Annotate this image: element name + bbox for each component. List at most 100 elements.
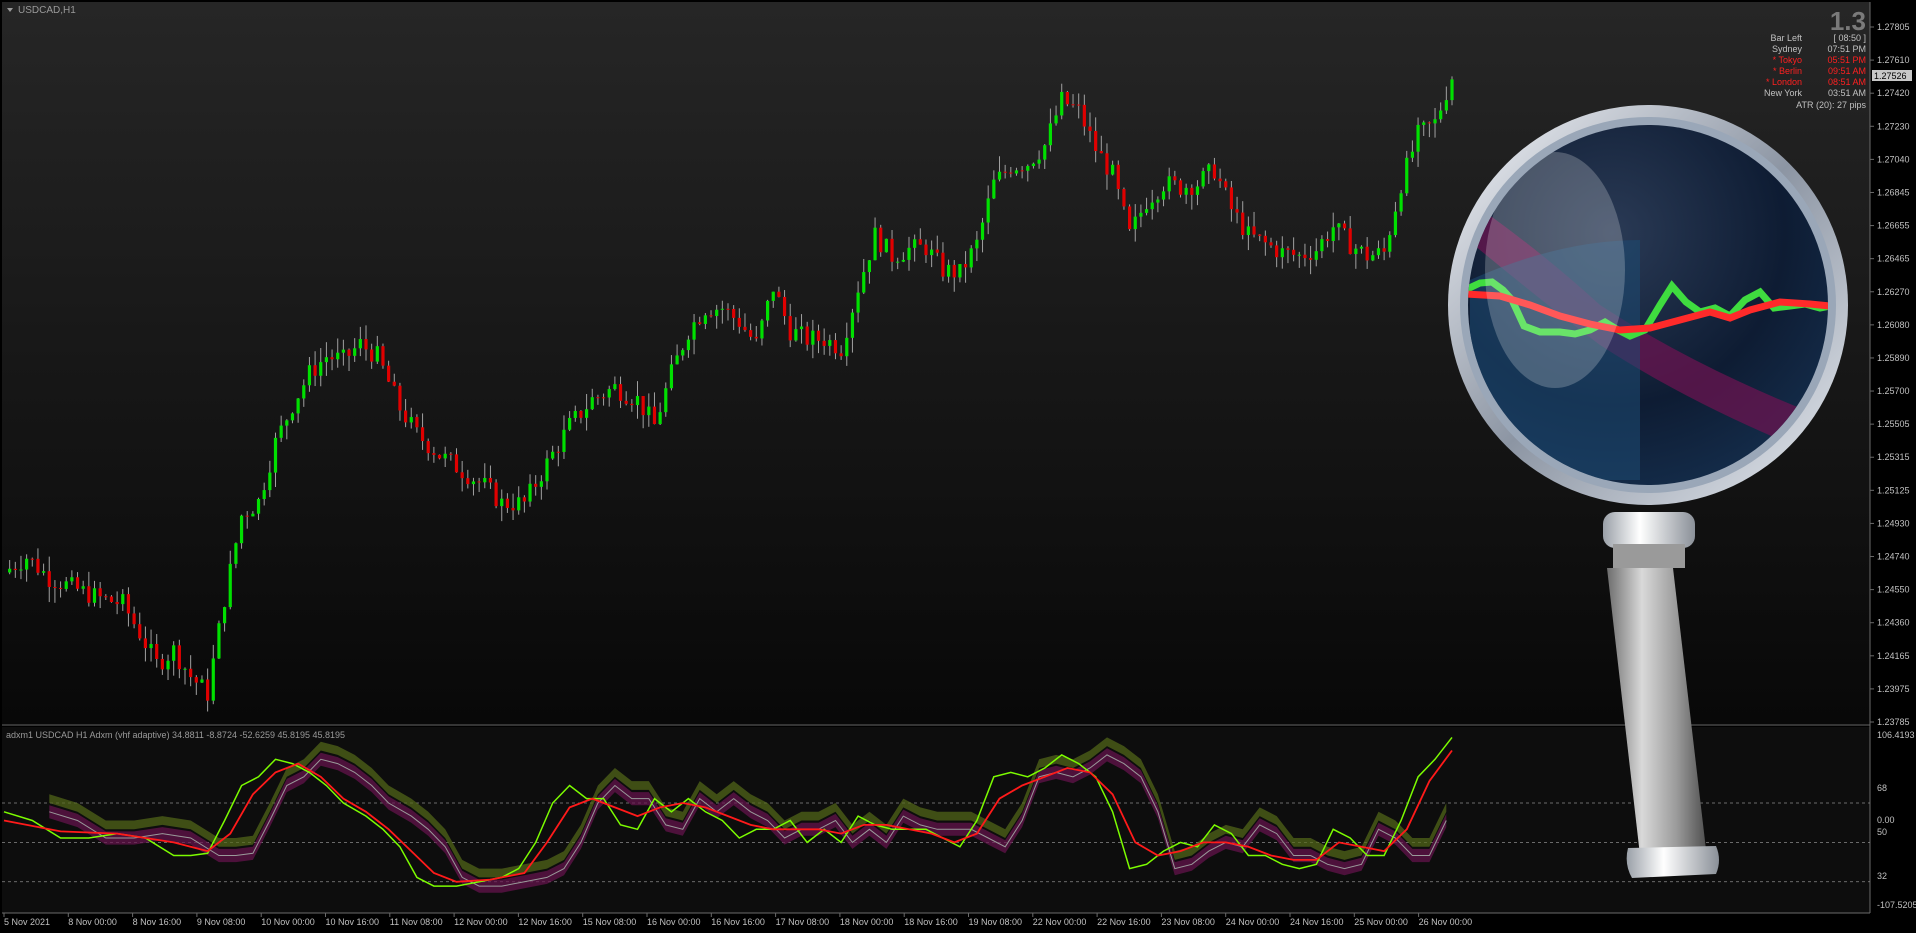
- candle-body: [64, 581, 68, 589]
- indicator-tick-label: 106.4193: [1877, 730, 1915, 740]
- candle-body: [1043, 145, 1047, 160]
- candle-body: [126, 594, 131, 614]
- candle-body: [1116, 164, 1120, 190]
- candle-body: [686, 339, 691, 351]
- candle-body: [958, 264, 962, 278]
- candle-body: [1144, 209, 1149, 213]
- candle-body: [336, 352, 340, 360]
- candle-body: [675, 355, 679, 365]
- time-tick-label: 10 Nov 16:00: [326, 917, 380, 927]
- candle-body: [143, 638, 148, 649]
- price-tick-label: 1.27230: [1877, 121, 1910, 131]
- candle-body: [624, 400, 628, 404]
- time-tick-label: 18 Nov 16:00: [904, 917, 958, 927]
- price-tick-label: 1.26465: [1877, 254, 1910, 264]
- candle-body: [1139, 212, 1143, 217]
- candle-body: [760, 320, 764, 339]
- candle-body: [347, 349, 351, 356]
- candle-body: [1450, 79, 1454, 101]
- indicator-tick-label: -107.5205: [1877, 900, 1916, 910]
- candle-body: [41, 571, 46, 573]
- candle-body: [505, 498, 510, 508]
- candle-body: [47, 571, 51, 587]
- candle-body: [562, 429, 566, 452]
- candle-body: [1009, 172, 1013, 174]
- candle-body: [777, 291, 781, 297]
- candle-body: [217, 623, 221, 659]
- candle: [494, 479, 498, 509]
- session-time: 07:51 PM: [1827, 44, 1866, 54]
- candle-body: [568, 417, 572, 430]
- candle-body: [856, 292, 860, 313]
- candle-body: [590, 397, 594, 410]
- candle-body: [279, 425, 283, 438]
- candle-body: [1167, 176, 1171, 192]
- candle-body: [296, 398, 300, 414]
- time-tick-label: 15 Nov 08:00: [583, 917, 637, 927]
- session-label: Bar Left: [1770, 33, 1802, 43]
- candle-body: [732, 308, 736, 318]
- session-time: [ 08:50 ]: [1833, 33, 1866, 43]
- candle-body: [92, 588, 97, 603]
- candle-body: [1127, 206, 1132, 230]
- candle-body: [1280, 248, 1284, 258]
- candle-body: [239, 515, 244, 544]
- candle-body: [799, 326, 804, 330]
- candle-body: [556, 451, 560, 453]
- candle-body: [1224, 181, 1228, 188]
- candle-body: [528, 483, 532, 502]
- candle: [1178, 178, 1183, 198]
- candle-body: [375, 346, 379, 362]
- candle-body: [104, 596, 108, 598]
- candle: [217, 620, 221, 660]
- candle-body: [1031, 163, 1036, 167]
- candle-body: [432, 453, 436, 455]
- time-tick-label: 8 Nov 16:00: [133, 917, 182, 927]
- session-time: 08:51 AM: [1828, 77, 1866, 87]
- candle-body: [500, 498, 504, 507]
- candle-body: [1410, 151, 1415, 158]
- candle-body: [121, 594, 125, 605]
- candle-body: [1292, 249, 1296, 255]
- candle-body: [811, 330, 815, 345]
- candle-body: [256, 498, 261, 514]
- time-tick-label: 16 Nov 00:00: [647, 917, 701, 927]
- session-time: 03:51 AM: [1828, 88, 1866, 98]
- candle-body: [1054, 115, 1058, 124]
- candle-body: [545, 458, 549, 482]
- candle-body: [1048, 123, 1053, 146]
- price-tick-label: 1.24930: [1877, 518, 1910, 528]
- time-tick-label: 26 Nov 00:00: [1419, 917, 1473, 927]
- candle-body: [1077, 104, 1081, 106]
- price-tick-label: 1.23975: [1877, 684, 1910, 694]
- price-tick-label: 1.27420: [1877, 88, 1910, 98]
- candle-body: [534, 483, 538, 487]
- candle-body: [1416, 124, 1420, 152]
- session-label: Sydney: [1772, 44, 1803, 54]
- candle-body: [901, 259, 905, 262]
- candle-body: [1297, 254, 1301, 256]
- candle-body: [466, 478, 470, 485]
- candle: [381, 343, 385, 369]
- candle-body: [387, 365, 391, 382]
- candle-body: [703, 315, 707, 324]
- time-tick-label: 10 Nov 00:00: [261, 917, 315, 927]
- candle-body: [980, 222, 985, 240]
- chart-title: USDCAD,H1: [18, 5, 76, 16]
- candle-body: [228, 563, 232, 608]
- candle-body: [206, 679, 210, 701]
- candle-body: [160, 658, 164, 670]
- time-tick-label: 12 Nov 00:00: [454, 917, 508, 927]
- candle-body: [1399, 193, 1403, 212]
- candle-body: [1241, 212, 1245, 236]
- candle-body: [1133, 216, 1137, 230]
- chart-canvas: USDCAD,H1 1.27805 1.27610 1.27420 1.27230 1.…: [0, 0, 1916, 933]
- candle-body: [596, 397, 600, 399]
- candle-body: [353, 348, 357, 356]
- candle-body: [1371, 255, 1375, 261]
- candle-body: [771, 291, 775, 301]
- candle-body: [975, 239, 979, 249]
- candle-body: [924, 244, 928, 256]
- candle-body: [1094, 130, 1098, 152]
- candle-body: [364, 339, 368, 350]
